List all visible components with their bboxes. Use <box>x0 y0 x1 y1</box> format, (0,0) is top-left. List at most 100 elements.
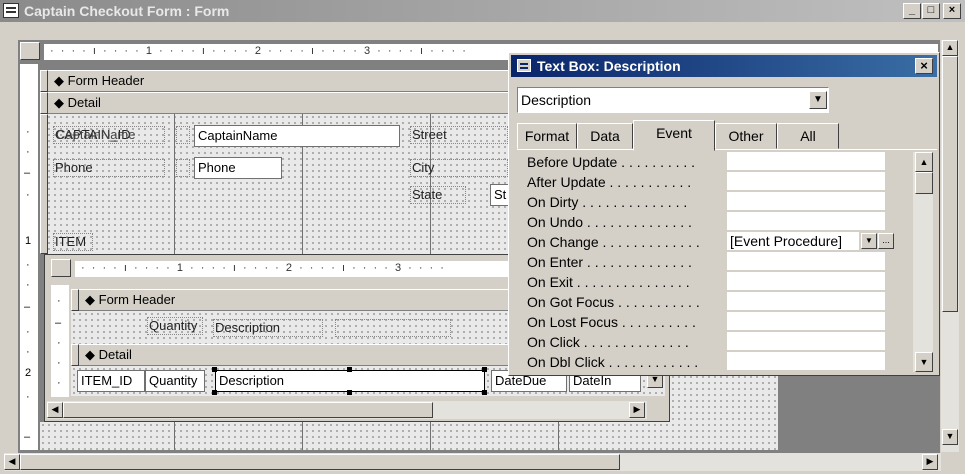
tab-format[interactable]: Format <box>517 123 577 149</box>
property-value-field[interactable] <box>727 352 885 371</box>
section-arrow-icon: ◆ <box>85 292 95 307</box>
property-row[interactable]: On Exit . . . . . . . . . . . . . . . <box>517 272 917 292</box>
phone-textbox[interactable]: Phone <box>194 157 282 179</box>
restore-button[interactable]: □ <box>922 3 940 19</box>
property-name: On Got Focus . . . . . . . . . . . <box>527 294 700 310</box>
property-list-scrollbar[interactable]: ▲ ▼ <box>913 152 933 372</box>
property-row[interactable]: Before Update . . . . . . . . . . <box>517 152 917 172</box>
resize-handle[interactable] <box>482 367 487 372</box>
property-value-field[interactable] <box>727 292 885 311</box>
scroll-thumb[interactable] <box>20 454 620 470</box>
property-value-field[interactable] <box>727 172 885 191</box>
property-row[interactable]: On Lost Focus . . . . . . . . . . <box>517 312 917 332</box>
property-row[interactable]: On Undo . . . . . . . . . . . . . . <box>517 212 917 232</box>
property-row[interactable]: After Update . . . . . . . . . . . <box>517 172 917 192</box>
minimize-button[interactable]: _ <box>903 3 921 19</box>
property-list[interactable]: Before Update . . . . . . . . . . After U… <box>517 149 937 373</box>
property-name: On Exit . . . . . . . . . . . . . . . <box>527 274 690 290</box>
quantity-textbox[interactable]: Quantity <box>145 370 205 392</box>
detail-section-right[interactable] <box>670 374 778 450</box>
vertical-ruler: · · – · 1 · · – · · 2 · – <box>20 64 38 450</box>
tab-other[interactable]: Other <box>715 123 777 149</box>
captain-name-label-overlap[interactable]: CaptainName <box>55 127 165 145</box>
captain-id-connector <box>176 126 190 144</box>
scroll-up-icon[interactable]: ▲ <box>942 40 958 56</box>
property-sheet-close-button[interactable]: × <box>915 58 933 74</box>
property-value-field[interactable] <box>727 192 885 211</box>
section-arrow-icon: ◆ <box>54 73 64 88</box>
subform-hscrollbar[interactable]: ◀ ▶ <box>47 401 647 419</box>
form-selector[interactable] <box>20 42 40 60</box>
vertical-ruler-mark-2: 2 <box>25 367 32 379</box>
window-title: Captain Checkout Form : Form <box>24 3 230 19</box>
detail-section-lower[interactable] <box>40 422 680 450</box>
property-sheet[interactable]: Text Box: Description × Description ▼ Fo… <box>508 52 940 376</box>
property-name: On Click . . . . . . . . . . . . . . <box>527 334 689 350</box>
resize-handle[interactable] <box>212 367 217 372</box>
phone-label[interactable]: Phone <box>53 159 165 177</box>
property-value-field[interactable] <box>727 332 885 351</box>
scroll-thumb[interactable] <box>915 172 933 194</box>
state-label[interactable]: State <box>410 186 466 204</box>
scroll-thumb[interactable] <box>942 56 958 312</box>
tab-all[interactable]: All <box>777 123 839 149</box>
window-titlebar: Captain Checkout Form : Form _ □ × <box>0 0 965 22</box>
chevron-down-icon[interactable]: ▼ <box>861 233 877 249</box>
property-row[interactable]: On Dbl Click . . . . . . . . . . . . <box>517 352 917 372</box>
scroll-up-icon[interactable]: ▲ <box>915 152 933 172</box>
subform-selector[interactable] <box>51 259 71 277</box>
scroll-right-icon[interactable]: ▶ <box>629 402 645 418</box>
property-value-field[interactable]: [Event Procedure] <box>727 232 859 251</box>
main-vscrollbar[interactable]: ▲ ▼ <box>941 40 959 452</box>
detail-label: Detail <box>67 95 101 110</box>
scroll-left-icon[interactable]: ◀ <box>4 454 20 470</box>
scroll-left-icon[interactable]: ◀ <box>47 402 63 418</box>
section-arrow-icon: ◆ <box>85 347 95 362</box>
property-row[interactable]: On Change . . . . . . . . . . . . . [Even… <box>517 232 917 252</box>
property-value-field[interactable] <box>727 312 885 331</box>
property-sheet-title: Text Box: Description <box>537 58 681 74</box>
property-value-field[interactable] <box>727 152 885 171</box>
horizontal-ruler: · · · · ı · · · · 1 · · · · ı · · · · 2 … <box>44 44 508 60</box>
description-header-label[interactable]: Description <box>213 319 323 337</box>
street-label[interactable]: Street <box>410 126 508 144</box>
tab-data[interactable]: Data <box>577 123 633 149</box>
property-row[interactable]: On Click . . . . . . . . . . . . . . <box>517 332 917 352</box>
scroll-down-icon[interactable]: ▼ <box>942 429 958 445</box>
property-name: On Undo . . . . . . . . . . . . . . <box>527 214 692 230</box>
property-value-field[interactable] <box>727 212 885 231</box>
object-selector-combo[interactable]: Description ▼ <box>517 87 829 113</box>
scroll-right-icon[interactable]: ▶ <box>922 454 938 470</box>
resize-handle[interactable] <box>347 367 352 372</box>
item-id-textbox[interactable]: ITEM_ID <box>77 370 145 392</box>
subform-vertical-ruler: · – · · · <box>51 285 69 397</box>
phone-connector <box>176 159 190 177</box>
chevron-down-icon[interactable]: ▼ <box>809 91 827 109</box>
resize-handle[interactable] <box>347 390 352 395</box>
quantity-header-label[interactable]: Quantity <box>147 317 203 335</box>
property-value-field[interactable] <box>727 272 885 291</box>
property-name: On Dirty . . . . . . . . . . . . . . <box>527 194 688 210</box>
property-name: After Update . . . . . . . . . . . <box>527 174 692 190</box>
resize-handle[interactable] <box>482 390 487 395</box>
main-hscrollbar[interactable]: ◀ ▶ <box>4 453 941 471</box>
scroll-thumb[interactable] <box>63 402 433 418</box>
property-row[interactable]: On Dirty . . . . . . . . . . . . . . <box>517 192 917 212</box>
object-selector-value: Description <box>521 92 592 108</box>
captain-name-textbox[interactable]: CaptainName <box>194 125 400 147</box>
form-icon <box>3 3 19 18</box>
property-row[interactable]: On Enter . . . . . . . . . . . . . . <box>517 252 917 272</box>
resize-handle[interactable] <box>212 390 217 395</box>
subform-form-header-label: Form Header <box>98 292 176 307</box>
description-textbox[interactable]: Description <box>215 370 485 392</box>
builder-button[interactable]: ... <box>878 233 894 249</box>
city-label[interactable]: City <box>410 159 508 177</box>
item-label[interactable]: ITEM <box>53 233 93 251</box>
property-row[interactable]: On Got Focus . . . . . . . . . . . <box>517 292 917 312</box>
property-name: On Enter . . . . . . . . . . . . . . <box>527 254 692 270</box>
close-button[interactable]: × <box>943 3 961 19</box>
tab-event[interactable]: Event <box>633 120 715 151</box>
scroll-down-icon[interactable]: ▼ <box>915 352 933 372</box>
property-value-field[interactable] <box>727 252 885 271</box>
property-sheet-titlebar[interactable]: Text Box: Description × <box>511 55 937 77</box>
